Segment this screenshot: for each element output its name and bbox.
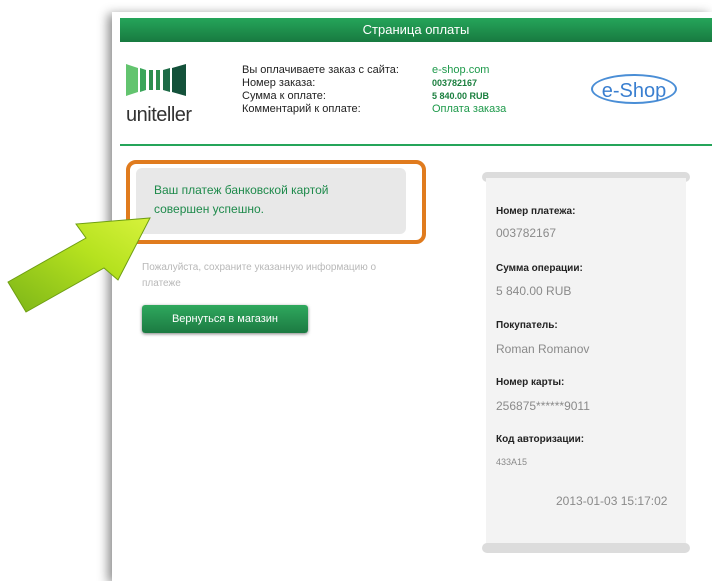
order-number-label: Номер заказа: xyxy=(242,77,316,89)
card-number-value: 256875******9011 xyxy=(496,399,590,413)
receipt-roll-bottom xyxy=(482,543,690,553)
site-value: e-shop.com xyxy=(432,64,490,76)
buyer-value: Roman Romanov xyxy=(496,342,590,356)
amount-label: Сумма к оплате: xyxy=(242,90,326,102)
payment-number-value: 003782167 xyxy=(496,226,557,240)
order-info-labels: Вы оплачиваете заказ с сайта: Номер зака… xyxy=(242,64,399,116)
uniteller-logo-text: uniteller xyxy=(126,104,192,126)
arrow-icon xyxy=(7,217,151,313)
auth-code-value: 433A15 xyxy=(496,457,528,467)
card-number-label: Номер карты: xyxy=(496,377,565,388)
site-label: Вы оплачиваете заказ с сайта: xyxy=(242,64,399,76)
payment-datetime: 2013-01-03 15:17:02 xyxy=(556,494,668,508)
order-info-values: e-shop.com 003782167 5 840.00 RUB Оплата… xyxy=(432,64,506,116)
save-info-note: Пожалуйста, сохраните указанную информац… xyxy=(142,262,377,289)
buyer-label: Покупатель: xyxy=(496,320,558,331)
eshop-logo: e-Shop xyxy=(591,74,677,104)
highlight-frame xyxy=(126,160,426,244)
uniteller-logo-icon xyxy=(126,64,186,96)
payment-number-label: Номер платежа: xyxy=(496,206,576,217)
header-separator xyxy=(120,144,712,146)
uniteller-logo: uniteller xyxy=(126,60,216,130)
operation-amount-label: Сумма операции: xyxy=(496,263,583,274)
page-title-bar: Страница оплаты xyxy=(120,18,712,42)
auth-code-label: Код авторизации: xyxy=(496,434,585,445)
comment-label: Комментарий к оплате: xyxy=(242,103,361,115)
comment-value: Оплата заказа xyxy=(432,103,507,115)
order-number-value: 003782167 xyxy=(432,78,478,88)
amount-value: 5 840.00 RUB xyxy=(432,91,490,101)
operation-amount-value: 5 840.00 RUB xyxy=(496,284,572,298)
